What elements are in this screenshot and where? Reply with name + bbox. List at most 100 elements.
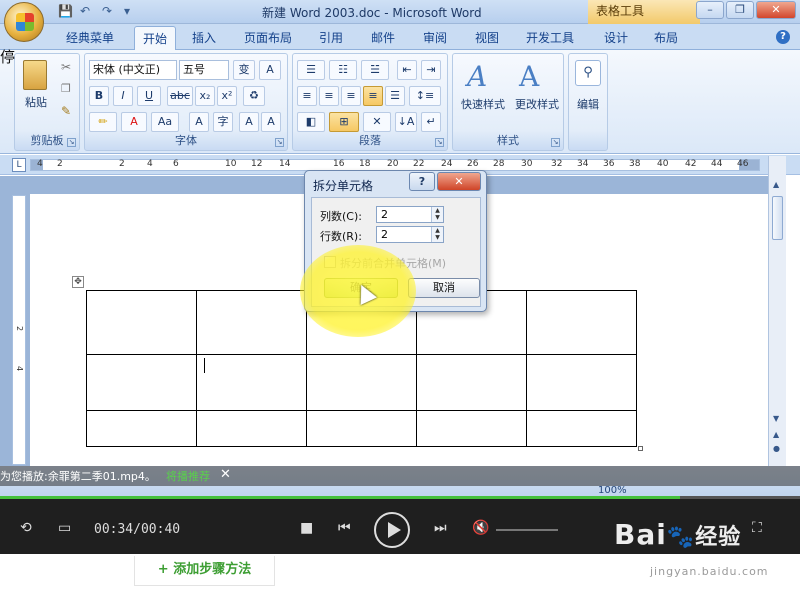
browse-object-icon[interactable]: ● bbox=[773, 444, 780, 453]
copy-icon[interactable]: ❐ bbox=[61, 82, 71, 95]
rows-value[interactable]: 2 bbox=[381, 228, 388, 241]
restore-button[interactable]: ❐ bbox=[726, 1, 754, 19]
tab-review[interactable]: 审阅 bbox=[423, 29, 447, 46]
recommend-button[interactable]: 将播推荐 bbox=[166, 468, 210, 484]
dialog-help-button[interactable]: ? bbox=[409, 172, 435, 191]
mute-icon[interactable]: 🔇 bbox=[472, 520, 489, 536]
chinese-layout-icon[interactable]: ✕ bbox=[363, 112, 391, 132]
table-cell[interactable] bbox=[86, 290, 197, 355]
cast-icon[interactable]: ▭ bbox=[58, 520, 71, 536]
highlight-icon[interactable]: ✏ bbox=[89, 112, 117, 132]
bold-icon[interactable]: B bbox=[89, 86, 109, 106]
font-name-combo[interactable]: 宋体 (中文正) bbox=[89, 60, 177, 80]
help-icon[interactable]: ? bbox=[776, 30, 790, 44]
add-step-button[interactable]: + 添加步骤方法 bbox=[134, 556, 275, 586]
columns-value[interactable]: 2 bbox=[381, 208, 388, 221]
previous-icon[interactable]: ⏮ bbox=[338, 520, 351, 536]
cancel-button[interactable]: 取消 bbox=[408, 278, 480, 298]
underline-icon[interactable]: U bbox=[137, 86, 161, 106]
sort-icon[interactable]: ↓A bbox=[395, 112, 417, 132]
table-cell[interactable] bbox=[526, 290, 637, 355]
bullets-icon[interactable]: ☰ bbox=[297, 60, 325, 80]
italic-icon[interactable]: I bbox=[113, 86, 133, 106]
change-styles-icon[interactable]: A bbox=[519, 60, 539, 93]
clipboard-launcher-icon[interactable]: ↘ bbox=[67, 138, 76, 147]
tab-selector[interactable]: L bbox=[12, 158, 26, 172]
font-size-combo[interactable]: 五号 bbox=[179, 60, 229, 80]
quick-styles-icon[interactable]: A bbox=[467, 60, 487, 93]
table-resize-handle[interactable] bbox=[638, 446, 643, 451]
volume-slider[interactable] bbox=[496, 529, 558, 531]
quick-styles-button[interactable]: 快速样式 bbox=[455, 96, 511, 112]
spinner-arrows-icon[interactable]: ▲ ▼ bbox=[431, 227, 443, 242]
align-right-icon[interactable]: ≡ bbox=[341, 86, 361, 106]
phonetic-guide-icon[interactable]: 变 bbox=[233, 60, 255, 80]
columns-spinner[interactable]: 2 ▲ ▼ bbox=[376, 206, 444, 223]
tab-insert[interactable]: 插入 bbox=[192, 29, 216, 46]
tab-classic-menu[interactable]: 经典菜单 bbox=[66, 29, 114, 46]
document-table[interactable] bbox=[86, 290, 637, 447]
table-cell[interactable] bbox=[416, 354, 527, 411]
clear-format-icon[interactable]: ♻ bbox=[243, 86, 265, 106]
tab-view[interactable]: 视图 bbox=[475, 29, 499, 46]
align-left-icon[interactable]: ≡ bbox=[297, 86, 317, 106]
stop-icon[interactable]: ■ bbox=[300, 520, 313, 536]
undo-icon[interactable]: ↶ bbox=[80, 4, 96, 18]
tab-developer[interactable]: 开发工具 bbox=[526, 29, 574, 46]
vertical-ruler[interactable]: 2 4 bbox=[12, 195, 26, 465]
table-move-handle-icon[interactable]: ✥ bbox=[72, 276, 84, 288]
borders-icon[interactable]: ⊞ bbox=[329, 112, 359, 132]
subscript-icon[interactable]: x₂ bbox=[195, 86, 215, 106]
enclose-char-icon[interactable]: 字 bbox=[213, 112, 233, 132]
close-button[interactable]: ✕ bbox=[756, 1, 796, 19]
distribute-icon[interactable]: ☰ bbox=[385, 86, 405, 106]
rows-spinner[interactable]: 2 ▲ ▼ bbox=[376, 226, 444, 243]
fullscreen-icon[interactable]: ⛶ bbox=[752, 520, 762, 536]
table-cell[interactable] bbox=[86, 354, 197, 411]
scroll-up-icon[interactable]: ▲ bbox=[773, 180, 779, 189]
zoom-level[interactable]: 100% bbox=[598, 485, 627, 496]
dialog-close-button[interactable]: ✕ bbox=[437, 172, 481, 191]
prev-page-icon[interactable]: ▲ bbox=[773, 430, 779, 439]
scroll-down-icon[interactable]: ▼ bbox=[773, 414, 779, 423]
multilevel-list-icon[interactable]: ☱ bbox=[361, 60, 389, 80]
tab-design[interactable]: 设计 bbox=[604, 29, 628, 46]
minimize-button[interactable]: – bbox=[696, 1, 724, 19]
office-button[interactable] bbox=[4, 2, 44, 42]
table-cell[interactable] bbox=[526, 354, 637, 411]
tab-mailings[interactable]: 邮件 bbox=[371, 29, 395, 46]
tab-home[interactable]: 开始 bbox=[134, 26, 177, 51]
show-marks-icon[interactable]: ↵ bbox=[421, 112, 441, 132]
table-cell[interactable] bbox=[416, 410, 527, 447]
grow-font-icon[interactable]: A bbox=[239, 112, 259, 132]
table-cell[interactable] bbox=[196, 354, 307, 411]
merge-before-split-checkbox[interactable] bbox=[324, 256, 336, 268]
play-button[interactable] bbox=[374, 512, 410, 548]
vertical-scrollbar[interactable]: ▲ ▼ ▲ ● bbox=[768, 156, 786, 466]
table-cell[interactable] bbox=[196, 410, 307, 447]
table-cell[interactable] bbox=[86, 410, 197, 447]
loop-icon[interactable]: ⟲ bbox=[20, 520, 32, 536]
font-color-icon[interactable]: A bbox=[121, 112, 147, 132]
change-case-icon[interactable]: Aa bbox=[151, 112, 179, 132]
strikethrough-icon[interactable]: abc bbox=[167, 86, 193, 106]
overlay-close-icon[interactable]: ✕ bbox=[220, 467, 231, 482]
line-spacing-icon[interactable]: ↕≡ bbox=[409, 86, 441, 106]
customize-qat-icon[interactable]: ▾ bbox=[124, 4, 140, 18]
table-cell[interactable] bbox=[306, 354, 417, 411]
table-cell[interactable] bbox=[526, 410, 637, 447]
redo-icon[interactable]: ↷ bbox=[102, 4, 118, 18]
table-cell[interactable] bbox=[306, 410, 417, 447]
align-center-icon[interactable]: ≡ bbox=[319, 86, 339, 106]
paragraph-launcher-icon[interactable]: ↘ bbox=[435, 138, 444, 147]
shading-icon[interactable]: ◧ bbox=[297, 112, 325, 132]
format-painter-icon[interactable]: ✎ bbox=[61, 104, 71, 118]
spinner-arrows-icon[interactable]: ▲ ▼ bbox=[431, 207, 443, 222]
justify-icon[interactable]: ≡ bbox=[363, 86, 383, 106]
cut-icon[interactable]: ✂ bbox=[61, 60, 71, 74]
character-border-icon[interactable]: A bbox=[259, 60, 281, 80]
change-styles-button[interactable]: 更改样式 bbox=[509, 96, 565, 112]
binoculars-icon[interactable]: ⚲ bbox=[575, 60, 601, 86]
paste-button[interactable]: 粘贴 bbox=[19, 94, 53, 110]
decrease-indent-icon[interactable]: ⇤ bbox=[397, 60, 417, 80]
